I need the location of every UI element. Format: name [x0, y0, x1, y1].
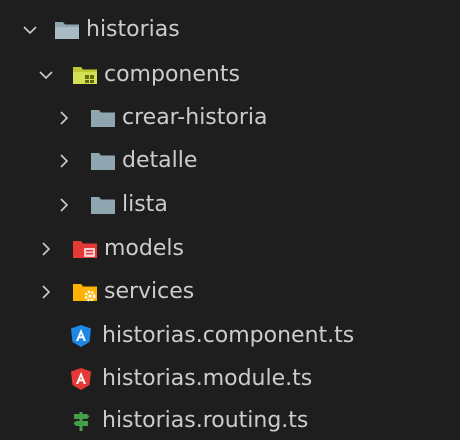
folder-models-icon	[72, 237, 104, 261]
tree-item-crear-historia[interactable]: crear-historia	[0, 96, 475, 139]
tree-item-label: components	[104, 62, 240, 87]
chevron-right-icon[interactable]	[36, 282, 56, 302]
tree-item-historias-routing-ts[interactable]: historias.routing.ts	[0, 399, 475, 442]
angular-routing-icon	[70, 409, 102, 433]
tree-item-components[interactable]: components	[0, 53, 475, 96]
folder-services-icon	[72, 280, 104, 304]
tree-item-services[interactable]: services	[0, 270, 475, 313]
chevron-right-icon[interactable]	[54, 108, 74, 128]
folder-icon	[90, 106, 122, 130]
tree-item-label: historias.module.ts	[102, 366, 313, 391]
tree-item-lista[interactable]: lista	[0, 183, 475, 226]
tree-item-historias-component-ts[interactable]: historias.component.ts	[0, 314, 475, 357]
folder-components-open-icon	[72, 63, 104, 87]
folder-icon	[90, 149, 122, 173]
tree-item-label: historias.routing.ts	[102, 408, 309, 433]
tree-item-label: crear-historia	[122, 105, 268, 130]
tree-item-label: models	[104, 236, 184, 261]
angular-module-icon	[70, 367, 102, 391]
tree-item-label: lista	[122, 192, 168, 217]
chevron-right-icon[interactable]	[36, 239, 56, 259]
tree-item-label: historias	[86, 17, 180, 42]
tree-item-label: historias.component.ts	[102, 323, 355, 348]
chevron-down-icon[interactable]	[36, 65, 56, 85]
folder-icon	[90, 193, 122, 217]
chevron-down-icon[interactable]	[20, 20, 40, 40]
tree-item-label: services	[104, 279, 195, 304]
tree-item-historias[interactable]: historias	[0, 8, 475, 51]
chevron-right-icon[interactable]	[54, 195, 74, 215]
chevron-right-icon[interactable]	[54, 151, 74, 171]
tree-item-models[interactable]: models	[0, 227, 475, 270]
tree-item-historias-module-ts[interactable]: historias.module.ts	[0, 357, 475, 400]
folder-open-icon	[54, 18, 86, 42]
tree-item-label: detalle	[122, 148, 198, 173]
angular-component-icon	[70, 324, 102, 348]
tree-item-detalle[interactable]: detalle	[0, 139, 475, 182]
file-explorer-tree: historias components crear-historia deta…	[0, 0, 460, 440]
